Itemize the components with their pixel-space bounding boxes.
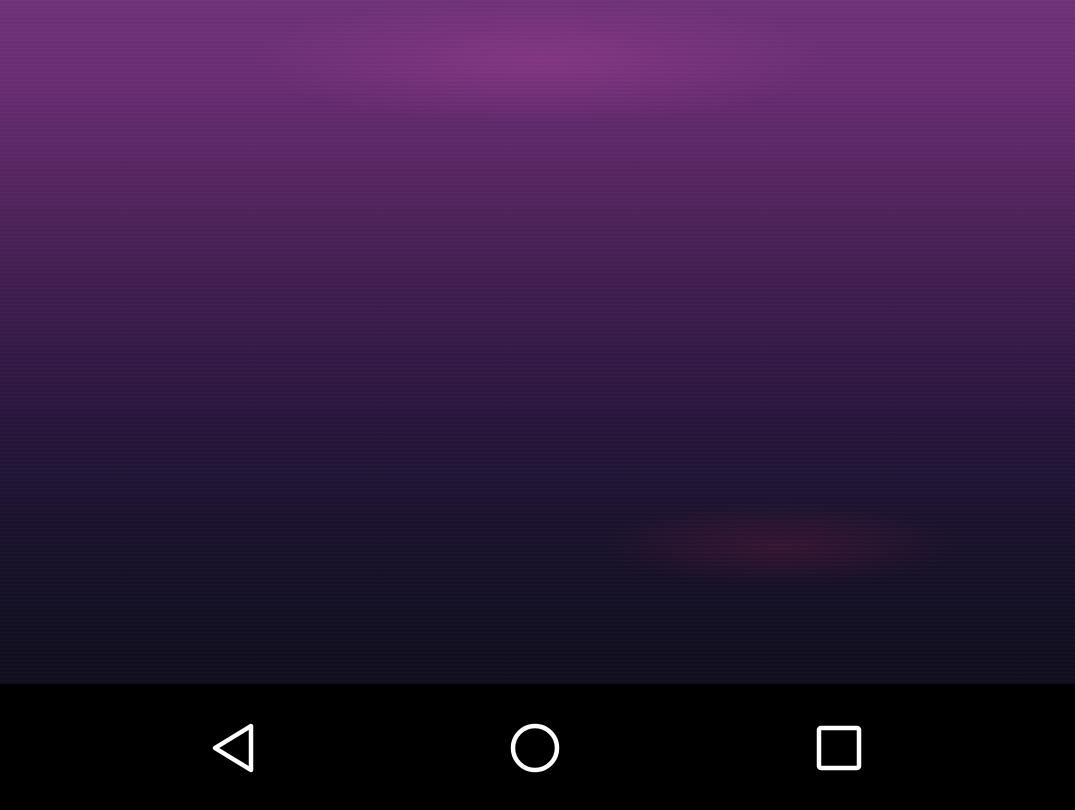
- back-button[interactable]: [193, 708, 273, 788]
- phone-screen: [0, 0, 1075, 810]
- back-triangle-icon: [212, 723, 254, 773]
- recents-button[interactable]: [799, 708, 879, 788]
- recents-square-icon: [816, 725, 862, 771]
- home-wallpaper: [0, 0, 1075, 684]
- navigation-bar: [0, 684, 1075, 810]
- home-button[interactable]: [495, 708, 575, 788]
- wallpaper-texture: [0, 0, 1075, 684]
- home-circle-icon: [510, 723, 560, 773]
